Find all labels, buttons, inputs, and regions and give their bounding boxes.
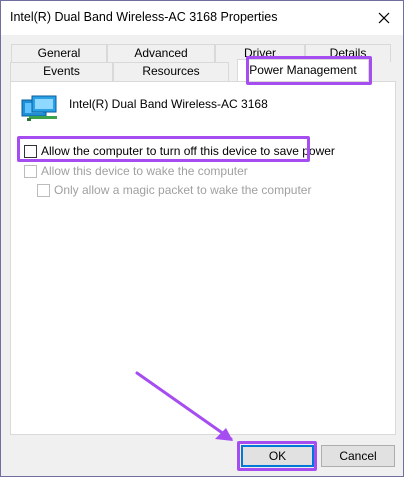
- tab-events[interactable]: Events: [10, 62, 113, 81]
- device-name: Intel(R) Dual Band Wireless-AC 3168: [69, 97, 268, 111]
- close-icon: [378, 12, 390, 24]
- allow-wake-checkbox[interactable]: [24, 164, 37, 178]
- allow-turn-off-checkbox[interactable]: [24, 144, 37, 158]
- allow-wake-label: Allow this device to wake the computer: [41, 164, 248, 178]
- ok-button[interactable]: OK: [241, 445, 314, 467]
- magic-packet-checkbox[interactable]: [37, 183, 50, 197]
- magic-packet-label: Only allow a magic packet to wake the co…: [54, 183, 312, 197]
- power-management-panel: [10, 81, 396, 435]
- network-adapter-icon: [21, 95, 57, 121]
- tab-general[interactable]: General: [11, 44, 107, 62]
- tab-resources[interactable]: Resources: [113, 62, 229, 81]
- title-bar: Intel(R) Dual Band Wireless-AC 3168 Prop…: [1, 1, 403, 35]
- tab-advanced[interactable]: Advanced: [107, 44, 215, 62]
- properties-dialog: Intel(R) Dual Band Wireless-AC 3168 Prop…: [0, 0, 404, 477]
- window-title: Intel(R) Dual Band Wireless-AC 3168 Prop…: [10, 10, 278, 24]
- close-button[interactable]: [371, 5, 397, 31]
- allow-wake-option[interactable]: Allow this device to wake the computer: [24, 164, 248, 178]
- magic-packet-option[interactable]: Only allow a magic packet to wake the co…: [37, 183, 311, 197]
- allow-turn-off-label: Allow the computer to turn off this devi…: [41, 144, 335, 158]
- allow-turn-off-option[interactable]: Allow the computer to turn off this devi…: [24, 144, 335, 158]
- device-icon-container: [21, 92, 61, 122]
- tab-power-management[interactable]: Power Management: [237, 59, 369, 81]
- cancel-button[interactable]: Cancel: [321, 445, 395, 467]
